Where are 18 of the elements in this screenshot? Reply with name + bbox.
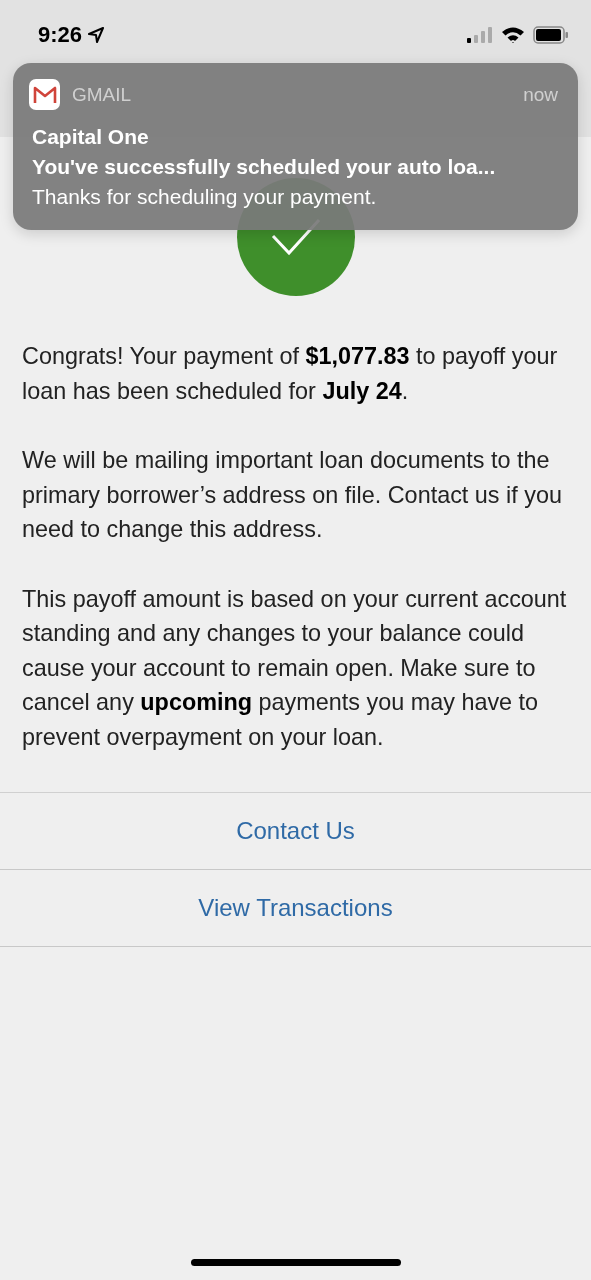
notification-sender: Capital One bbox=[32, 124, 150, 150]
signal-icon bbox=[467, 27, 493, 43]
message-paragraph: Congrats! Your payment of $1,077.83 to payoff your loan has been scheduled for July 24. bbox=[22, 342, 559, 406]
notification-body: Thanks for scheduling your payment. bbox=[32, 184, 378, 210]
mail-app-icon bbox=[29, 79, 60, 110]
message-paragraph: We will be mailing important loan documents to the primary borrower’s address on file. Contact us if you need to change this address. bbox=[22, 446, 563, 544]
message-paragraph: This payoff amount is based on your current account standing and any changes to your balance could cause your account to remain open. Make sure to cancel any upcoming payments you may have to prevent overpayment on your loan. bbox=[22, 584, 568, 752]
location-arrow-icon bbox=[88, 27, 105, 43]
action-link[interactable]: Contact Us bbox=[0, 793, 591, 870]
app-name: GMAIL bbox=[72, 83, 133, 106]
notification-banner[interactable]: GMAIL now Capital One You've successfully scheduled your auto loa... Thanks for scheduling your payment. bbox=[13, 63, 578, 230]
notification-subject: You've successfully scheduled your auto loa... bbox=[32, 154, 497, 180]
battery-icon bbox=[533, 26, 569, 44]
wifi-icon bbox=[501, 26, 525, 44]
clock-time: 9:26 bbox=[38, 22, 83, 48]
home-indicator[interactable] bbox=[190, 1259, 401, 1266]
notification-time: now bbox=[523, 83, 558, 106]
action-link[interactable]: View Transactions bbox=[0, 870, 591, 947]
